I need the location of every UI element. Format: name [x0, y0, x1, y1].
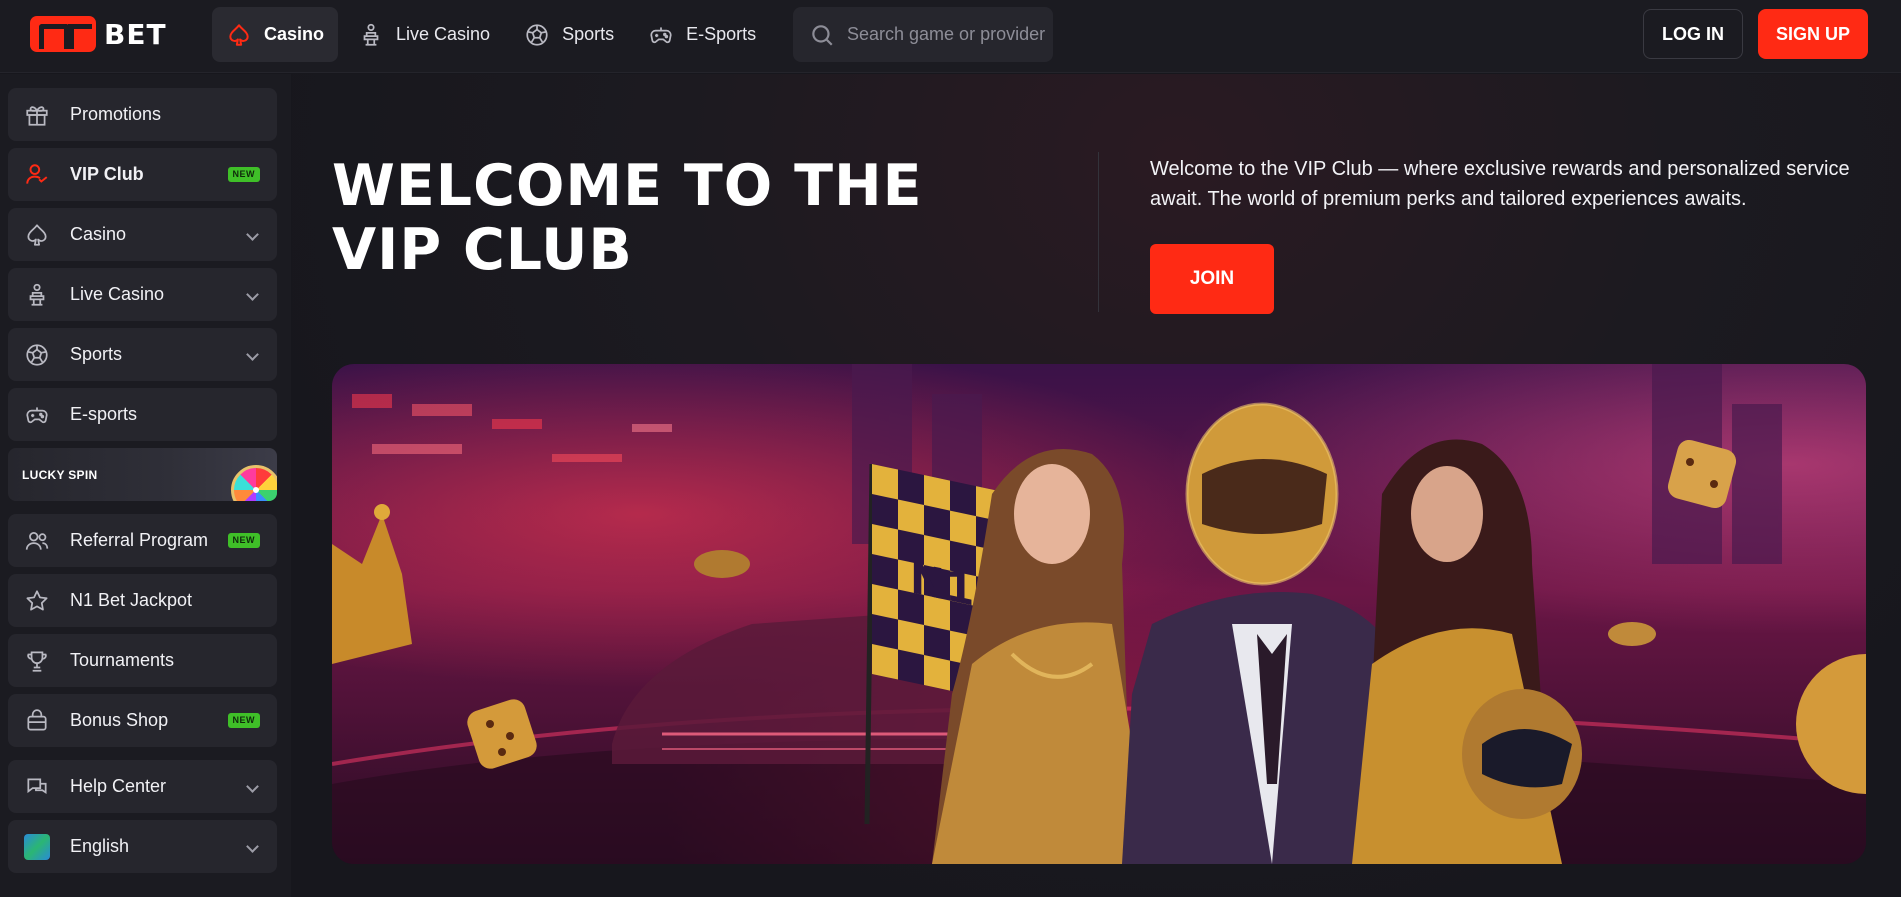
nav-casino[interactable]: Casino — [212, 7, 339, 62]
sidebar-item-label: Casino — [70, 224, 127, 244]
sidebar-item-label: Sports — [70, 344, 123, 364]
gamepad-icon — [650, 26, 672, 43]
nav-esports[interactable]: E-Sports — [634, 7, 770, 62]
signup-button[interactable]: SIGN UP — [1758, 9, 1868, 59]
sidebar-item-sports[interactable]: Sports — [8, 328, 277, 381]
sidebar-item-jackpot[interactable]: N1 Bet Jackpot — [8, 574, 277, 627]
sidebar-item-bonus-shop[interactable]: Bonus Shop NEW — [8, 694, 277, 747]
soccer-ball-icon — [526, 23, 548, 46]
sidebar-item-vip-club[interactable]: VIP Club NEW — [8, 148, 277, 201]
gamepad-icon — [24, 402, 50, 428]
search-icon — [812, 24, 833, 46]
join-button[interactable]: JOIN — [1150, 244, 1274, 314]
sidebar-item-label: N1 Bet Jackpot — [70, 590, 193, 610]
vip-banner-image: N1 — [332, 364, 1866, 864]
gift-icon — [24, 102, 50, 128]
chevron-down-icon — [246, 780, 259, 793]
nav-label: Live Casino — [396, 24, 491, 44]
divider — [1098, 152, 1099, 312]
nav-label: E-Sports — [686, 24, 757, 44]
shopping-bag-icon — [24, 708, 50, 734]
dealer-icon — [24, 282, 50, 308]
sidebar-item-esports[interactable]: E-sports — [8, 388, 277, 441]
trophy-icon — [24, 648, 50, 674]
sidebar-item-label: Bonus Shop — [70, 710, 169, 730]
nav-label: Sports — [562, 24, 615, 44]
lucky-spin-banner[interactable]: LUCKY SPIN — [8, 448, 277, 501]
page-title: WELCOME TO THE VIP CLUB — [332, 153, 923, 283]
chat-help-icon — [24, 774, 50, 800]
sidebar-item-label: Tournaments — [70, 650, 175, 670]
main-content: WELCOME TO THE VIP CLUB Welcome to the V… — [292, 74, 1901, 897]
sidebar-item-casino[interactable]: Casino — [8, 208, 277, 261]
hero-description: Welcome to the VIP Club — where exclusiv… — [1150, 158, 1850, 210]
sidebar-item-label: Promotions — [70, 104, 162, 124]
lucky-spin-label: LUCKY SPIN — [22, 467, 98, 482]
sidebar-item-promotions[interactable]: Promotions — [8, 88, 277, 141]
new-badge: NEW — [227, 167, 260, 182]
chevron-down-icon — [246, 288, 259, 301]
search-box[interactable] — [793, 7, 1053, 62]
globe-flag-icon — [24, 833, 50, 860]
language-selector[interactable]: English — [8, 820, 277, 873]
nav-sports[interactable]: Sports — [510, 7, 628, 62]
nav-label: Casino — [264, 24, 325, 44]
logo-mark — [30, 16, 96, 52]
search-input[interactable] — [847, 24, 1047, 45]
sidebar: Promotions VIP Club NEW Casino Live Casi… — [0, 74, 291, 897]
logo-text: BET — [104, 17, 167, 51]
top-bar: BET Casino Live Casino Sports E-Sports L… — [0, 0, 1901, 73]
spade-icon — [24, 222, 50, 248]
dealer-icon — [363, 23, 379, 46]
sidebar-item-tournaments[interactable]: Tournaments — [8, 634, 277, 687]
soccer-ball-icon — [24, 342, 50, 368]
prize-wheel-icon — [231, 465, 277, 501]
main-nav: Casino Live Casino Sports E-Sports — [212, 7, 770, 62]
sidebar-item-label: Help Center — [70, 776, 167, 796]
star-icon — [24, 588, 50, 614]
sidebar-item-live-casino[interactable]: Live Casino — [8, 268, 277, 321]
users-icon — [24, 528, 50, 554]
chevron-down-icon — [246, 348, 259, 361]
language-label: English — [70, 836, 130, 856]
sidebar-item-help-center[interactable]: Help Center — [8, 760, 277, 813]
new-badge: NEW — [227, 713, 260, 728]
login-button[interactable]: LOG IN — [1643, 9, 1743, 59]
sidebar-item-referral[interactable]: Referral Program NEW — [8, 514, 277, 567]
new-badge: NEW — [227, 533, 260, 548]
nav-live-casino[interactable]: Live Casino — [344, 7, 504, 62]
sidebar-item-label: VIP Club — [70, 164, 144, 184]
vip-user-icon — [24, 162, 50, 188]
spade-icon — [229, 23, 249, 46]
chevron-down-icon — [246, 840, 259, 853]
sidebar-item-label: Live Casino — [70, 284, 165, 304]
logo[interactable]: BET — [30, 16, 167, 52]
sidebar-item-label: E-sports — [70, 404, 138, 424]
sidebar-item-label: Referral Program — [70, 530, 209, 550]
chevron-down-icon — [246, 228, 259, 241]
vip-banner-illustration: N1 — [332, 364, 1866, 864]
